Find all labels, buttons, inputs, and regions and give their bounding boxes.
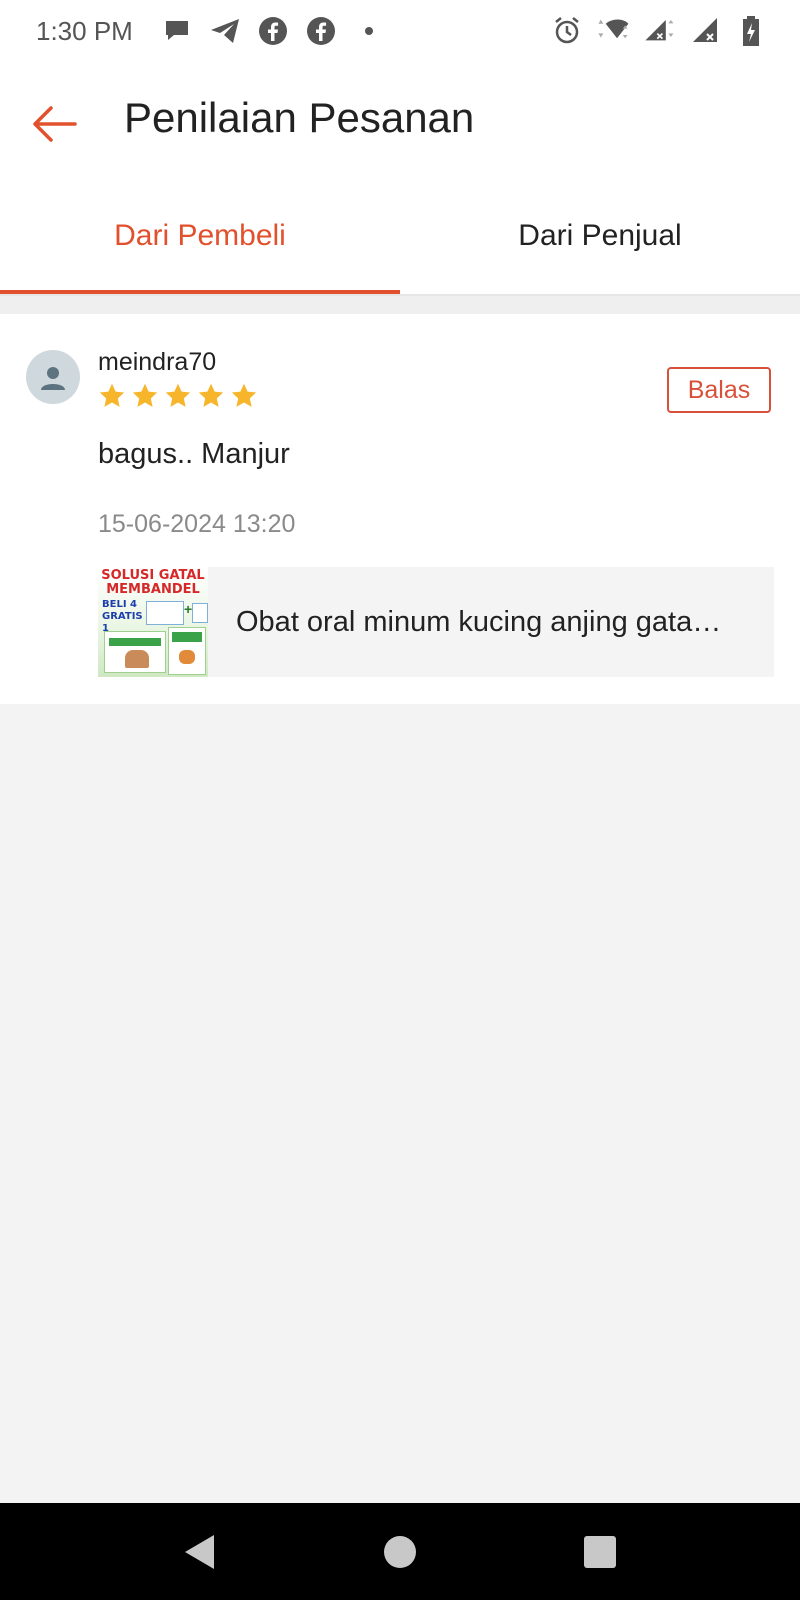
thumbnail-bonus-package: [192, 603, 208, 623]
person-icon: [41, 367, 65, 390]
rating-stars: [98, 382, 258, 410]
reply-button[interactable]: Balas: [667, 367, 771, 413]
back-arrow-icon: [33, 106, 77, 142]
thumbnail-plus-sign: +: [184, 601, 193, 617]
notification-icons: [160, 14, 386, 48]
nav-back-button[interactable]: [176, 1529, 222, 1575]
status-time: 1:30 PM: [36, 16, 133, 46]
back-button[interactable]: [22, 92, 86, 156]
section-divider: [0, 296, 800, 314]
star-icon: [132, 383, 158, 407]
product-link[interactable]: SOLUSI GATAL MEMBANDEL BELI 4 GRATIS 1 +…: [98, 567, 774, 677]
battery-charging-icon: [734, 14, 768, 48]
product-thumbnail: SOLUSI GATAL MEMBANDEL BELI 4 GRATIS 1 +: [98, 567, 208, 677]
back-triangle-icon: [185, 1535, 214, 1569]
star-icon: [198, 383, 224, 407]
star-icon: [165, 383, 191, 407]
thumbnail-product-box: [104, 631, 166, 673]
system-icons: [550, 14, 768, 48]
avatar: [26, 350, 80, 404]
nav-home-button[interactable]: [377, 1529, 423, 1575]
signal-icon: [688, 14, 722, 48]
nav-recents-button[interactable]: [577, 1529, 623, 1575]
page-title: Penilaian Pesanan: [124, 94, 475, 141]
alarm-icon: [550, 14, 584, 48]
home-circle-icon: [384, 1536, 416, 1568]
tab-dari-penjual[interactable]: Dari Penjual: [400, 180, 800, 292]
wifi-icon: [596, 14, 630, 48]
facebook-icon: [304, 14, 338, 48]
system-nav-bar: [0, 1503, 800, 1600]
thumbnail-product-box-small: [168, 627, 206, 675]
chat-bubble-icon: [160, 14, 194, 48]
recents-square-icon: [584, 1536, 616, 1568]
signal-icon: [642, 14, 676, 48]
tab-bar: Dari Pembeli Dari Penjual: [0, 180, 800, 296]
thumbnail-package-group: [146, 601, 184, 625]
tab-dari-pembeli[interactable]: Dari Pembeli: [0, 180, 400, 294]
thumbnail-promo: BELI 4 GRATIS 1: [102, 599, 143, 634]
product-name: Obat oral minum kucing anjing gata…: [236, 605, 722, 638]
status-bar: 1:30 PM: [0, 0, 800, 64]
telegram-icon: [208, 14, 242, 48]
review-text: bagus.. Manjur: [98, 438, 290, 470]
review-card: meindra70 Balas bagus.. Manjur 15-06-202…: [0, 314, 800, 704]
reviewer-username: meindra70: [98, 348, 217, 376]
app-bar: Penilaian Pesanan: [0, 64, 800, 180]
facebook-icon: [256, 14, 290, 48]
review-date: 15-06-2024 13:20: [98, 510, 296, 538]
thumbnail-title: SOLUSI GATAL MEMBANDEL: [101, 568, 205, 597]
star-icon: [99, 383, 125, 407]
star-icon: [231, 383, 257, 407]
dot-icon: [352, 14, 386, 48]
